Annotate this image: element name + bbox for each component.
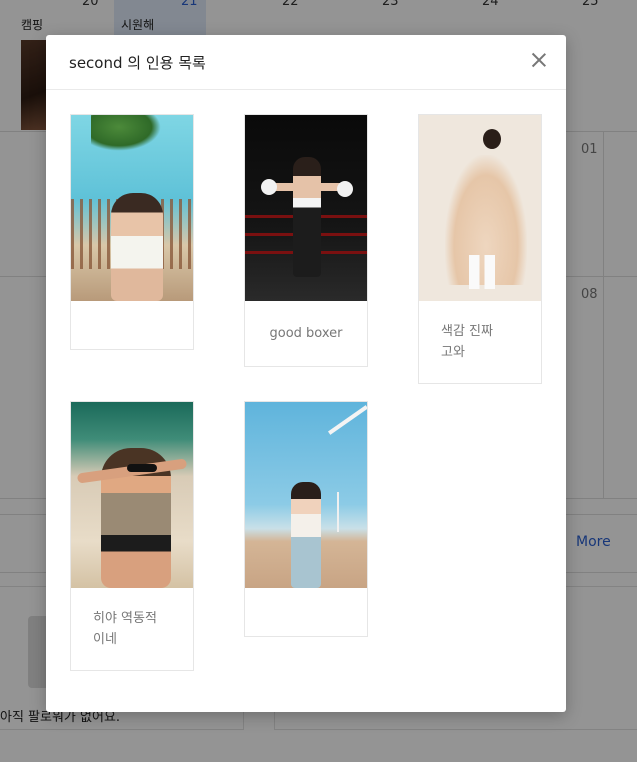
card-caption: good boxer [269, 326, 343, 341]
quote-card-3[interactable]: 색감 진짜 고와 [418, 114, 542, 384]
modal-header: second 의 인용 목록 [46, 35, 566, 90]
photo-woman-beige-tulle-dress[interactable] [419, 115, 541, 301]
quote-card-1[interactable] [70, 114, 194, 350]
modal-title: second 의 인용 목록 [69, 54, 206, 72]
photo-woman-sunglasses-peace-sign[interactable] [71, 402, 193, 588]
card-caption [245, 588, 367, 636]
quote-card-2[interactable]: good boxer [244, 114, 368, 367]
photo-woman-boxing-ring[interactable] [245, 115, 367, 301]
card-caption: 히야 역동적 이네 [93, 611, 157, 647]
quote-card-5[interactable] [244, 401, 368, 637]
card-caption [71, 301, 193, 349]
card-caption: 색감 진짜 고와 [441, 324, 493, 360]
photo-woman-sitting-on-beach-fence[interactable] [71, 115, 193, 301]
close-icon[interactable] [530, 51, 548, 69]
photo-woman-wind-turbine-field[interactable] [245, 402, 367, 588]
quote-list-modal: second 의 인용 목록 good boxer 색감 진짜 고와 히야 역동… [46, 35, 566, 712]
quote-card-4[interactable]: 히야 역동적 이네 [70, 401, 194, 671]
